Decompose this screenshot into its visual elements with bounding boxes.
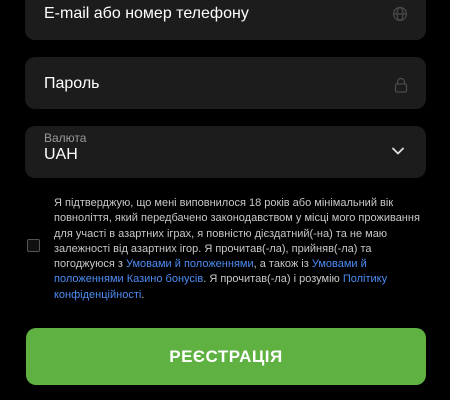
email-or-phone-field[interactable]: E-mail або номер телефону	[25, 0, 426, 40]
currency-label: Валюта	[44, 131, 87, 145]
lock-icon	[394, 77, 408, 93]
password-field[interactable]: Пароль	[25, 57, 426, 109]
consent-text-part: .	[141, 288, 145, 301]
email-or-phone-placeholder: E-mail або номер телефону	[44, 5, 249, 22]
terms-link[interactable]: Умовами й положеннями	[126, 258, 254, 270]
currency-value: UAH	[44, 146, 78, 163]
consent-text-part: . Я прочитав(-ла) і розумію	[203, 273, 343, 286]
currency-select[interactable]: Валюта UAH	[25, 126, 426, 178]
consent-text: Я підтверджую, що мені виповнилося 18 ро…	[54, 196, 426, 303]
register-button[interactable]: РЕЄСТРАЦІЯ	[26, 328, 426, 385]
consent-text-part: , а також із	[253, 258, 312, 271]
password-placeholder: Пароль	[44, 75, 100, 92]
consent-checkbox[interactable]	[27, 239, 40, 252]
chevron-down-icon[interactable]	[390, 143, 406, 159]
globe-icon	[392, 6, 408, 22]
